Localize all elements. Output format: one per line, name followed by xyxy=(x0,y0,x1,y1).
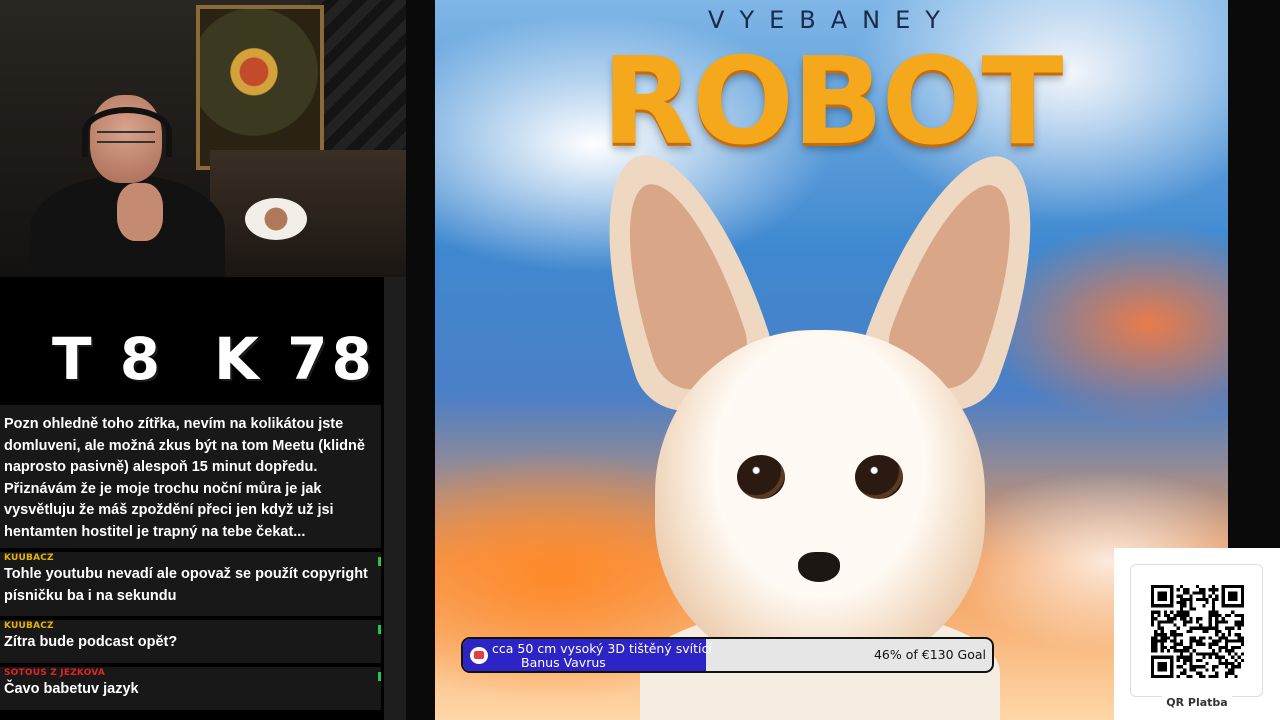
chat-indicator xyxy=(378,625,381,634)
streamer-hand xyxy=(117,183,163,241)
qr-payment-panel: QR Platba xyxy=(1114,548,1280,720)
streamer xyxy=(25,95,225,277)
bowl xyxy=(245,198,307,240)
chat-message: KUUBACZ Zítra bude podcast opět? xyxy=(0,620,381,663)
chat-username: SOTOUS Z JEZKOVA xyxy=(4,668,106,678)
qr-frame xyxy=(1130,564,1263,697)
chat-message: SOTOUS Z JEZKOVA Čavo babetuv jazyk xyxy=(0,667,381,710)
fox-eye-left xyxy=(737,455,785,499)
chat-message: KUUBACZ Tohle youtubu nevadí ale opovaž … xyxy=(0,552,381,616)
chat-message-text: Pozn ohledně toho zítřka, nevím na kolik… xyxy=(4,416,365,540)
counter-k: K 78 xyxy=(214,325,376,393)
donation-icon xyxy=(470,647,488,664)
fox-face xyxy=(655,330,985,670)
artwork: VYEBANEY ROBOT xyxy=(435,0,1228,720)
goal-percent: 46% of €130 Goal xyxy=(873,647,986,662)
qr-code-icon xyxy=(1151,585,1244,678)
goal-title: cca 50 cm vysoký 3D tištěný svítící xyxy=(492,641,712,656)
donation-goal-bar: cca 50 cm vysoký 3D tištěný svítící Banu… xyxy=(461,637,994,673)
chat-message-text: Zítra bude podcast opět? xyxy=(4,634,178,650)
chat-side-strip xyxy=(384,277,406,720)
fox-nose xyxy=(798,552,840,582)
chat-indicator xyxy=(378,557,381,566)
chat-message-text: Tohle youtubu nevadí ale opovaž se použí… xyxy=(4,566,368,604)
chat-indicator xyxy=(378,672,381,681)
counter-t: T 8 xyxy=(52,325,165,393)
desk-clutter xyxy=(210,150,406,277)
chat-panel: Pozn ohledně toho zítřka, nevím na kolik… xyxy=(0,405,384,720)
fox-eye-right xyxy=(855,455,903,499)
chat-username: KUUBACZ xyxy=(4,621,54,631)
fennec-fox-illustration xyxy=(571,133,1071,720)
goal-subtitle: Banus Vavrus xyxy=(521,655,606,670)
glasses xyxy=(97,131,155,143)
chat-message-text: Čavo babetuv jazyk xyxy=(4,681,139,697)
counter-panel: T 8 K 78 xyxy=(0,277,406,405)
qr-label-text: QR Platba xyxy=(1162,696,1232,709)
chat-username: KUUBACZ xyxy=(4,553,54,563)
webcam-feed xyxy=(0,0,406,277)
qr-label: QR Platba xyxy=(1114,696,1280,709)
chat-message: Pozn ohledně toho zítřka, nevím na kolik… xyxy=(0,405,381,548)
